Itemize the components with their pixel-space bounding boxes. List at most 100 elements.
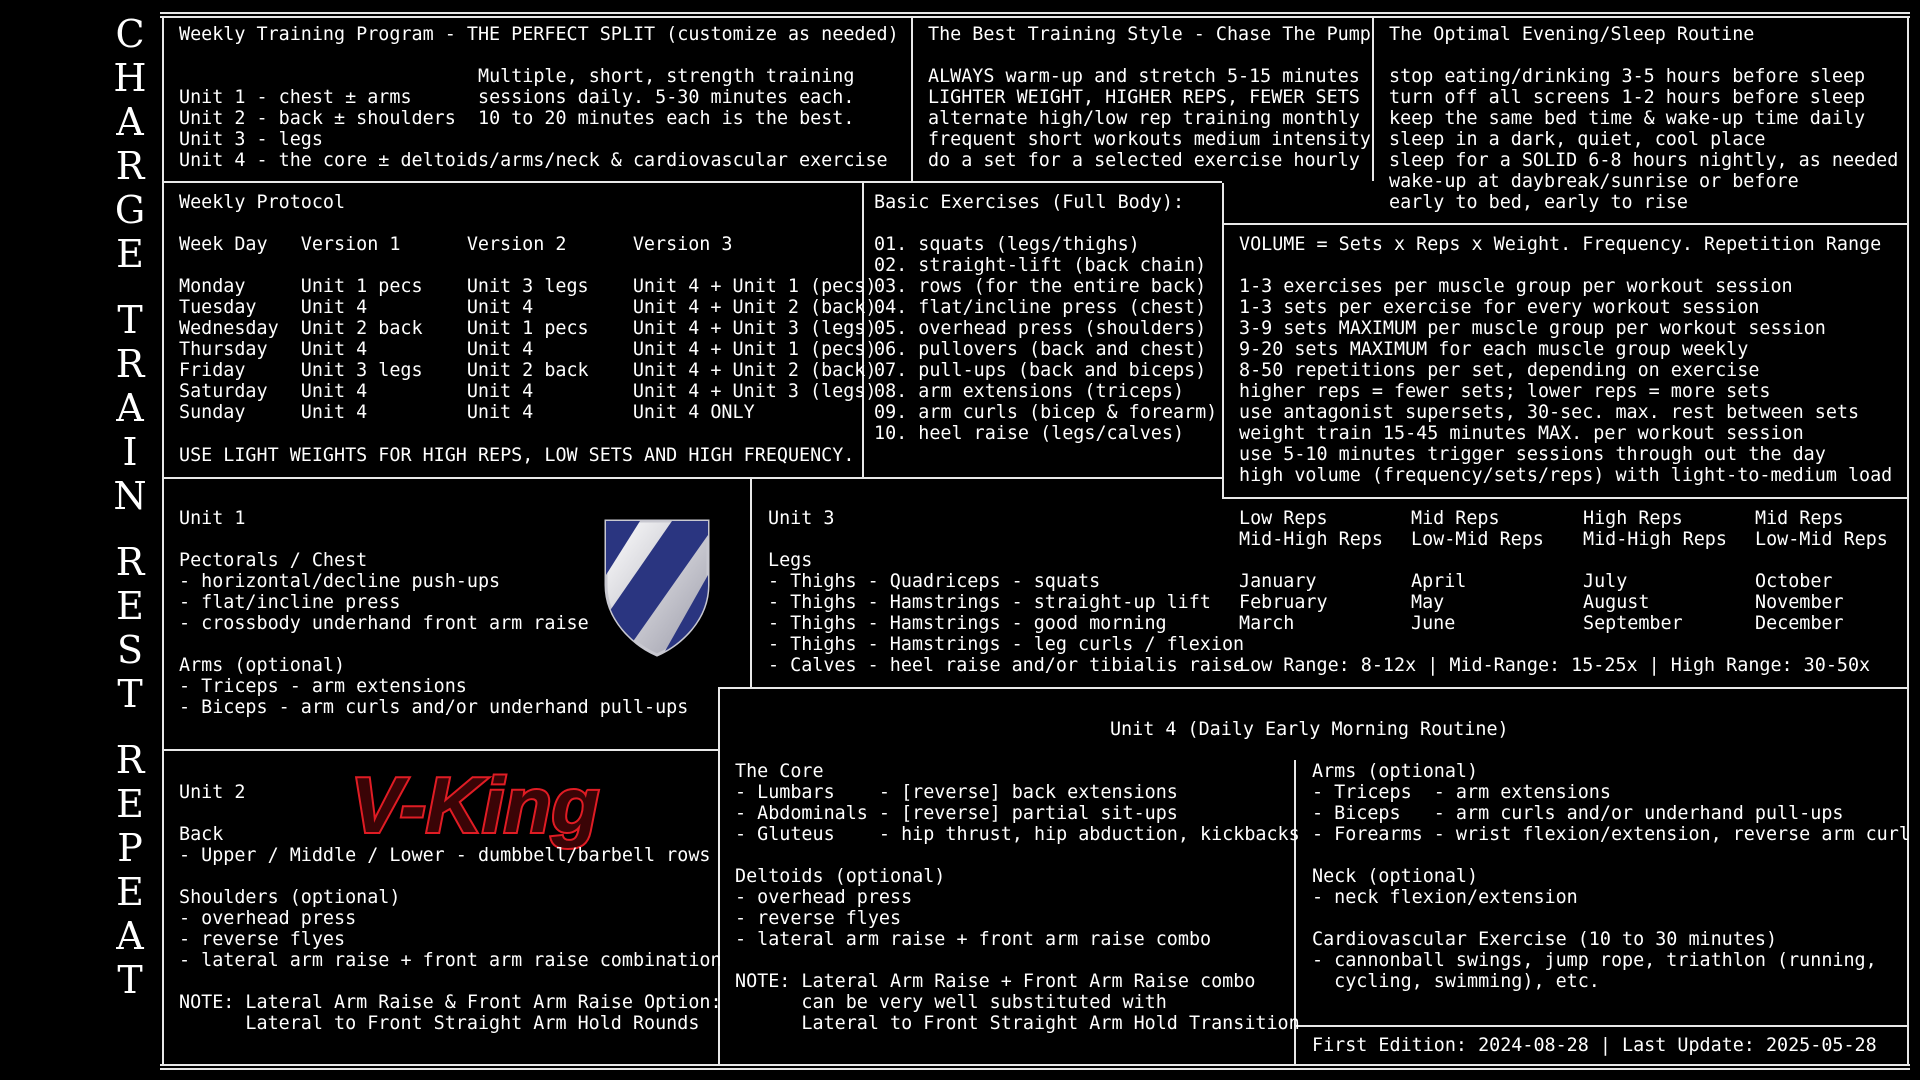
list-item: - Lumbars - [reverse] back extensions [735, 782, 1178, 803]
training-style-item: alternate high/low rep training monthly [928, 108, 1360, 129]
list-item: - Triceps - arm extensions [1312, 782, 1611, 803]
table-row: March June September December [1239, 613, 1920, 634]
frame-line [160, 1068, 1910, 1070]
table-cell: February [1239, 592, 1328, 613]
table-cell: September [1583, 613, 1683, 634]
list-item: - overhead press [179, 908, 357, 929]
volume-item: 1-3 sets per exercise for every workout … [1239, 297, 1760, 318]
note-line: NOTE: Lateral Arm Raise & Front Arm Rais… [179, 992, 722, 1013]
weekly-program-note: Multiple, short, strength training sessio… [478, 66, 854, 129]
table-cell: Low-Mid Reps [1411, 529, 1544, 550]
frame-line [162, 477, 1222, 479]
exercise-item: 07. pull-ups (back and biceps) [874, 360, 1207, 381]
table-cell: Mid Reps [1755, 508, 1844, 529]
exercise-item: 08. arm extensions (triceps) [874, 381, 1185, 402]
table-cell: Unit 4 + Unit 2 (back) [632, 297, 899, 318]
list-item: - Forearms - wrist flexion/extension, re… [1312, 824, 1910, 845]
table-cell: June [1411, 613, 1456, 634]
table-cell: Mid-High Reps [1239, 529, 1383, 550]
weekly-protocol-footer: USE LIGHT WEIGHTS FOR HIGH REPS, LOW SET… [179, 445, 855, 466]
sidebar-letter: R [115, 738, 145, 782]
table-cell: Version 3 [632, 234, 899, 255]
section-title: The Core [735, 761, 824, 782]
volume-item: 1-3 exercises per muscle group per worko… [1239, 276, 1793, 297]
frame-line [162, 18, 164, 1064]
list-item: cycling, swimming), etc. [1312, 971, 1600, 992]
sidebar-letter: N [113, 474, 147, 518]
table-cell: Unit 2 back [466, 360, 633, 381]
sidebar-motto: CHARGETRAINRESTREPEAT [112, 12, 148, 1002]
unit4-title: Unit 4 (Daily Early Morning Routine) [1110, 719, 1509, 740]
sidebar-letter: R [115, 342, 145, 386]
rep-ranges: Low Range: 8-12x | Mid-Range: 15-25x | H… [1239, 655, 1871, 676]
unit-summary-item: Unit 3 - legs [179, 129, 323, 150]
list-item: - Calves - heel raise and/or tibialis ra… [768, 655, 1245, 676]
table-cell: Low Reps [1239, 508, 1328, 529]
sidebar-letter: R [115, 144, 145, 188]
table-cell: Unit 4 [466, 297, 633, 318]
list-item: - reverse flyes [735, 908, 902, 929]
table-cell: Unit 3 legs [300, 360, 467, 381]
note-line: Lateral to Front Straight Arm Hold Round… [179, 1013, 700, 1034]
frame-line [1372, 18, 1374, 181]
list-item: - Thighs - Quadriceps - squats [768, 571, 1101, 592]
table-cell: April [1411, 571, 1467, 592]
frame-line [718, 687, 1909, 689]
list-item: - Biceps - arm curls and/or underhand pu… [1312, 803, 1844, 824]
table-cell: Unit 1 pecs [466, 318, 633, 339]
table-cell: Unit 3 legs [466, 276, 633, 297]
frame-line [1222, 183, 1224, 497]
list-item: - Gluteus - hip thrust, hip abduction, k… [735, 824, 1300, 845]
volume-item: 9-20 sets MAXIMUM for each muscle group … [1239, 339, 1749, 360]
program-note-line: 10 to 20 minutes each is the best. [478, 108, 855, 129]
table-header-row: Mid-High Reps Low-Mid Reps Mid-High Reps Lo… [1239, 529, 1920, 550]
sidebar-letter: A [116, 386, 144, 430]
evening-routine-item: keep the same bed time & wake-up time da… [1389, 108, 1866, 129]
list-item: - Biceps - arm curls and/or underhand pu… [179, 697, 689, 718]
sidebar-letter: I [122, 430, 138, 474]
exercise-item: 09. arm curls (bicep & forearm) [874, 402, 1218, 423]
weekly-protocol-title: Weekly Protocol [179, 192, 346, 213]
evening-routine-item: early to bed, early to rise [1389, 192, 1688, 213]
section-title: Cardiovascular Exercise (10 to 30 minute… [1312, 929, 1778, 950]
sidebar-letter: H [113, 56, 147, 100]
table-cell: Low-Mid Reps [1755, 529, 1888, 550]
table-cell: Version 2 [466, 234, 633, 255]
table-row: January April July October [1239, 571, 1920, 592]
sidebar-letter: E [116, 584, 144, 628]
training-style-title: The Best Training Style - Chase The Pump [928, 24, 1371, 45]
frame-line [911, 18, 913, 181]
table-cell: Mid-High Reps [1583, 529, 1727, 550]
sidebar-letter: S [116, 628, 144, 672]
evening-routine-list: stop eating/drinking 3-5 hours before sl… [1389, 66, 1898, 213]
sidebar-letter: E [116, 782, 144, 826]
table-cell: October [1755, 571, 1833, 592]
training-style-item: do a set for a selected exercise hourly [928, 150, 1360, 171]
table-cell: July [1583, 571, 1628, 592]
list-item: - Thighs - Hamstrings - good morning [768, 613, 1167, 634]
section-title: Legs [768, 550, 813, 571]
list-item: - Upper / Middle / Lower - dumbbell/barb… [179, 845, 711, 866]
volume-item: 8-50 repetitions per set, depending on e… [1239, 360, 1760, 381]
note-line: NOTE: Lateral Arm Raise + Front Arm Rais… [735, 971, 1256, 992]
exercise-item: 03. rows (for the entire back) [874, 276, 1207, 297]
note-line: can be very well substituted with [735, 992, 1167, 1013]
unit-title: Unit 3 [768, 508, 835, 529]
unit2-title: Unit 2 [179, 782, 246, 803]
table-header-row: Week Day Version 1 Version 2 Version 3 [179, 234, 899, 255]
sidebar-letter: E [116, 232, 144, 276]
training-style-list: ALWAYS warm-up and stretch 5-15 minutes L… [928, 66, 1371, 171]
list-item: - overhead press [735, 887, 913, 908]
volume-item: high volume (frequency/sets/reps) with l… [1239, 465, 1893, 486]
table-cell: Saturday [179, 381, 301, 402]
list-item: - cannonball swings, jump rope, triathlo… [1312, 950, 1877, 971]
frame-line [1294, 1025, 1909, 1027]
sidebar-letter: A [116, 914, 144, 958]
